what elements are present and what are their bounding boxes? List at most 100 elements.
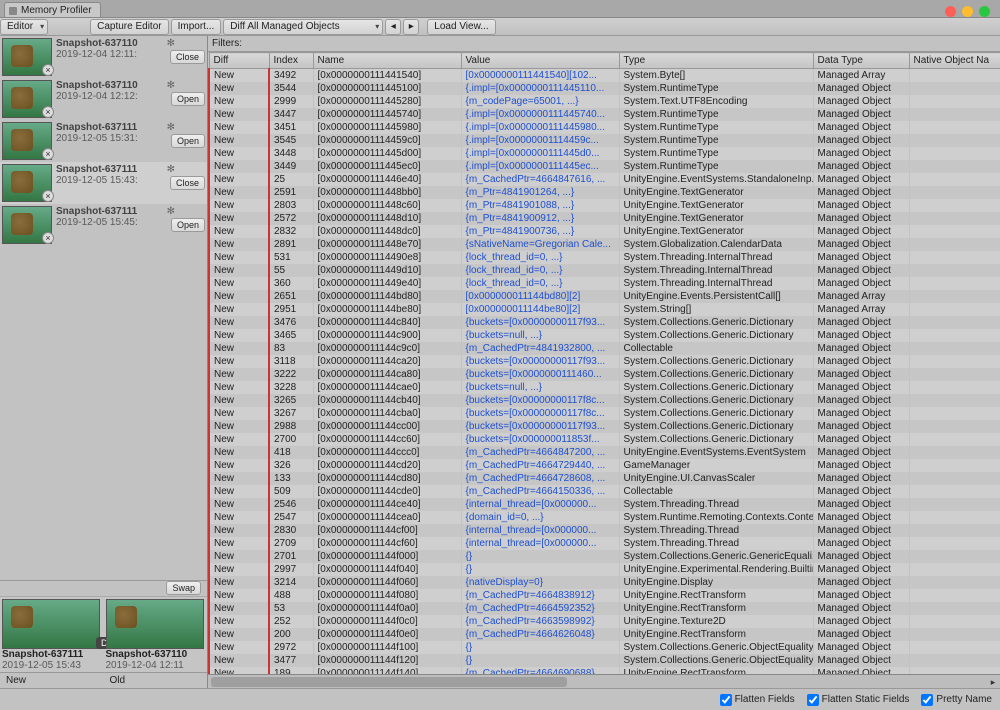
table-row[interactable]: New3476[0x000000011144c840]{buckets=[0x0… bbox=[209, 316, 1000, 329]
table-row[interactable]: New418[0x000000011144ccc0]{m_CachedPtr=4… bbox=[209, 446, 1000, 459]
table-row[interactable]: New3449[0x0000000111445ec0]{.impl=[0x000… bbox=[209, 160, 1000, 173]
table-row[interactable]: New3447[0x0000000111445740]{.impl=[0x000… bbox=[209, 108, 1000, 121]
table-row[interactable]: New3545[0x00000001114459c0]{.impl=[0x000… bbox=[209, 134, 1000, 147]
table-row[interactable]: New2701[0x000000011144f000]{}System.Coll… bbox=[209, 550, 1000, 563]
horizontal-scrollbar[interactable]: ◂ ▸ bbox=[208, 674, 1000, 688]
cell-data-type: Managed Object bbox=[813, 134, 909, 147]
table-row[interactable]: New3451[0x0000000111445980]{.impl=[0x000… bbox=[209, 121, 1000, 134]
history-back-button[interactable]: ◂ bbox=[385, 19, 401, 35]
table-row[interactable]: New3544[0x0000000111445100]{.impl=[0x000… bbox=[209, 82, 1000, 95]
snapshot-action-button[interactable]: Open bbox=[171, 92, 205, 106]
table-row[interactable]: New3265[0x000000011144cb40]{buckets=[0x0… bbox=[209, 394, 1000, 407]
flatten-static-checkbox[interactable]: Flatten Static Fields bbox=[807, 694, 910, 706]
cell-value: {domain_id=0, ...} bbox=[461, 511, 619, 524]
table-row[interactable]: New252[0x000000011144f0c0]{m_CachedPtr=4… bbox=[209, 615, 1000, 628]
table-row[interactable]: New2972[0x000000011144f100]{}System.Coll… bbox=[209, 641, 1000, 654]
cell-data-type: Managed Object bbox=[813, 537, 909, 550]
pretty-name-checkbox[interactable]: Pretty Name bbox=[921, 694, 992, 706]
table-row[interactable]: New488[0x000000011144f080]{m_CachedPtr=4… bbox=[209, 589, 1000, 602]
remove-snapshot-icon[interactable]: × bbox=[42, 106, 54, 118]
snapshot-action-button[interactable]: Close bbox=[170, 50, 205, 64]
gear-icon[interactable]: ✻ bbox=[167, 164, 175, 175]
table-row[interactable]: New531[0x00000001114490e8]{lock_thread_i… bbox=[209, 251, 1000, 264]
history-forward-button[interactable]: ▸ bbox=[403, 19, 419, 35]
capture-button[interactable]: Capture Editor bbox=[90, 19, 168, 35]
table-row[interactable]: New3492[0x0000000111441540][0x0000000111… bbox=[209, 69, 1000, 83]
col-native[interactable]: Native Object Na bbox=[909, 53, 1000, 69]
snapshot-item[interactable]: Snapshot-6371112019-12-05 15:43:✻Close× bbox=[0, 162, 207, 204]
remove-snapshot-icon[interactable]: × bbox=[42, 232, 54, 244]
table-row[interactable]: New2651[0x000000011144bd80][0x0000000111… bbox=[209, 290, 1000, 303]
scroll-right-icon[interactable]: ▸ bbox=[986, 675, 1000, 688]
snapshot-item[interactable]: Snapshot-6371112019-12-05 15:45:✻Open× bbox=[0, 204, 207, 246]
table-row[interactable]: New133[0x000000011144cd80]{m_CachedPtr=4… bbox=[209, 472, 1000, 485]
col-name[interactable]: Name bbox=[313, 53, 461, 69]
table-row[interactable]: New25[0x0000000111446e40]{m_CachedPtr=46… bbox=[209, 173, 1000, 186]
table-row[interactable]: New2700[0x000000011144cc60]{buckets=[0x0… bbox=[209, 433, 1000, 446]
col-diff[interactable]: Diff bbox=[209, 53, 269, 69]
table-row[interactable]: New189[0x000000011144f140]{m_CachedPtr=4… bbox=[209, 667, 1000, 674]
remove-snapshot-icon[interactable]: × bbox=[42, 190, 54, 202]
table-row[interactable]: New2951[0x000000011144be80][0x0000000111… bbox=[209, 303, 1000, 316]
table-row[interactable]: New2803[0x0000000111448c60]{m_Ptr=484190… bbox=[209, 199, 1000, 212]
table-row[interactable]: New83[0x000000011144c9c0]{m_CachedPtr=48… bbox=[209, 342, 1000, 355]
col-data-type[interactable]: Data Type bbox=[813, 53, 909, 69]
table-row[interactable]: New3477[0x000000011144f120]{}System.Coll… bbox=[209, 654, 1000, 667]
snapshot-item[interactable]: Snapshot-6371102019-12-04 12:11:✻Close× bbox=[0, 36, 207, 78]
remove-snapshot-icon[interactable]: × bbox=[42, 148, 54, 160]
table-row[interactable]: New3448[0x0000000111445d00]{.impl=[0x000… bbox=[209, 147, 1000, 160]
editor-dropdown[interactable]: Editor bbox=[0, 19, 48, 35]
gear-icon[interactable]: ✻ bbox=[167, 206, 175, 217]
table-row[interactable]: New2988[0x000000011144cc00]{buckets=[0x0… bbox=[209, 420, 1000, 433]
flatten-fields-checkbox[interactable]: Flatten Fields bbox=[720, 694, 795, 706]
load-view-button[interactable]: Load View... bbox=[427, 19, 495, 35]
import-button[interactable]: Import... bbox=[171, 19, 222, 35]
cell-diff: New bbox=[209, 160, 269, 173]
table-row[interactable]: New2547[0x000000011144cea0]{domain_id=0,… bbox=[209, 511, 1000, 524]
table-row[interactable]: New2999[0x0000000111445280]{m_codePage=6… bbox=[209, 95, 1000, 108]
gear-icon[interactable]: ✻ bbox=[167, 80, 175, 91]
close-window-icon[interactable] bbox=[945, 6, 956, 17]
diff-mode-dropdown[interactable]: Diff All Managed Objects bbox=[223, 19, 383, 35]
table-row[interactable]: New2832[0x0000000111448dc0]{m_Ptr=484190… bbox=[209, 225, 1000, 238]
tab-memory-profiler[interactable]: Memory Profiler bbox=[4, 2, 101, 17]
snapshot-item[interactable]: Snapshot-6371102019-12-04 12:12:✻Open× bbox=[0, 78, 207, 120]
scroll-thumb[interactable] bbox=[211, 677, 567, 687]
table-row[interactable]: New3118[0x000000011144ca20]{buckets=[0x0… bbox=[209, 355, 1000, 368]
table-row[interactable]: New360[0x0000000111449e40]{lock_thread_i… bbox=[209, 277, 1000, 290]
remove-snapshot-icon[interactable]: × bbox=[42, 64, 54, 76]
table-row[interactable]: New2997[0x000000011144f040]{}UnityEngine… bbox=[209, 563, 1000, 576]
col-type[interactable]: Type bbox=[619, 53, 813, 69]
table-scroll[interactable]: Diff Index Name Value Type Data Type Nat… bbox=[208, 52, 1000, 674]
table-row[interactable]: New2572[0x0000000111448d10]{m_Ptr=484190… bbox=[209, 212, 1000, 225]
table-row[interactable]: New2591[0x0000000111448bb0]{m_Ptr=484190… bbox=[209, 186, 1000, 199]
swap-button[interactable]: Swap bbox=[166, 581, 201, 595]
table-row[interactable]: New509[0x000000011144cde0]{m_CachedPtr=4… bbox=[209, 485, 1000, 498]
minimize-window-icon[interactable] bbox=[962, 6, 973, 17]
col-index[interactable]: Index bbox=[269, 53, 313, 69]
table-row[interactable]: New3222[0x000000011144ca80]{buckets=[0x0… bbox=[209, 368, 1000, 381]
table-row[interactable]: New3228[0x000000011144cae0]{buckets=null… bbox=[209, 381, 1000, 394]
col-value[interactable]: Value bbox=[461, 53, 619, 69]
table-row[interactable]: New3465[0x000000011144c900]{buckets=null… bbox=[209, 329, 1000, 342]
table-row[interactable]: New326[0x000000011144cd20]{m_CachedPtr=4… bbox=[209, 459, 1000, 472]
snapshot-action-button[interactable]: Open bbox=[171, 218, 205, 232]
table-row[interactable]: New200[0x000000011144f0e0]{m_CachedPtr=4… bbox=[209, 628, 1000, 641]
cell-type: UnityEngine.Events.PersistentCall[] bbox=[619, 290, 813, 303]
cell-data-type: Managed Object bbox=[813, 342, 909, 355]
table-row[interactable]: New2709[0x000000011144cf60]{internal_thr… bbox=[209, 537, 1000, 550]
snapshot-action-button[interactable]: Open bbox=[171, 134, 205, 148]
table-row[interactable]: New53[0x000000011144f0a0]{m_CachedPtr=46… bbox=[209, 602, 1000, 615]
gear-icon[interactable]: ✻ bbox=[167, 122, 175, 133]
snapshot-item[interactable]: Snapshot-6371112019-12-05 15:31:✻Open× bbox=[0, 120, 207, 162]
table-row[interactable]: New55[0x0000000111449d10]{lock_thread_id… bbox=[209, 264, 1000, 277]
table-row[interactable]: New2546[0x000000011144ce40]{internal_thr… bbox=[209, 498, 1000, 511]
table-row[interactable]: New3267[0x000000011144cba0]{buckets=[0x0… bbox=[209, 407, 1000, 420]
table-row[interactable]: New2891[0x0000000111448e70]{sNativeName=… bbox=[209, 238, 1000, 251]
snapshot-action-button[interactable]: Close bbox=[170, 176, 205, 190]
gear-icon[interactable]: ✻ bbox=[167, 38, 175, 49]
cell-native bbox=[909, 69, 1000, 83]
table-row[interactable]: New3214[0x000000011144f060]{nativeDispla… bbox=[209, 576, 1000, 589]
zoom-window-icon[interactable] bbox=[979, 6, 990, 17]
table-row[interactable]: New2830[0x000000011144cf00]{internal_thr… bbox=[209, 524, 1000, 537]
